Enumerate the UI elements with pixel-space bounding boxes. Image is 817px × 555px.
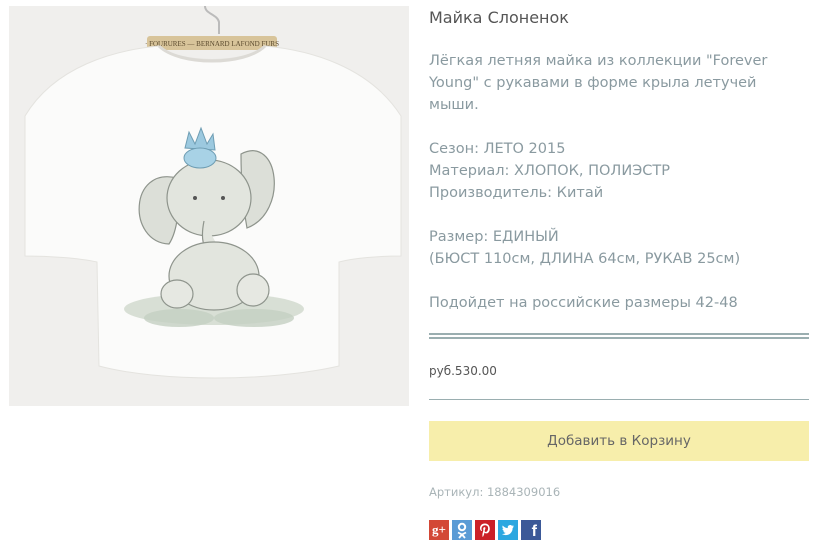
divider bbox=[429, 333, 809, 339]
hanger-label: · FOURURES — BERNARD LAFOND FURS bbox=[145, 40, 279, 48]
divider bbox=[429, 399, 809, 400]
twitter-icon[interactable] bbox=[498, 520, 518, 540]
odnoklassniki-icon[interactable] bbox=[452, 520, 472, 540]
tshirt-illustration: · FOURURES — BERNARD LAFOND FURS bbox=[9, 6, 409, 406]
share-buttons: g+ f bbox=[429, 520, 541, 540]
spec-fit: Подойдет на российские размеры 42-48 bbox=[429, 295, 738, 311]
pinterest-icon[interactable] bbox=[475, 520, 495, 540]
google-plus-icon[interactable]: g+ bbox=[429, 520, 449, 540]
spec-size: Размер: ЕДИНЫЙ bbox=[429, 229, 559, 245]
product-sku: Артикул: 1884309016 bbox=[429, 485, 561, 499]
spec-dimensions: (БЮСТ 110см, ДЛИНА 64см, РУКАВ 25см) bbox=[429, 251, 741, 267]
product-description: Лёгкая летняя майка из коллекции "Foreve… bbox=[429, 53, 768, 113]
spec-season: Сезон: ЛЕТО 2015 bbox=[429, 141, 566, 157]
add-to-cart-button[interactable]: Добавить в Корзину bbox=[429, 421, 809, 461]
spec-material: Материал: ХЛОПОК, ПОЛИЭСТР bbox=[429, 163, 671, 179]
product-title: Майка Слоненок bbox=[429, 8, 569, 27]
facebook-icon[interactable]: f bbox=[521, 520, 541, 540]
product-image[interactable]: · FOURURES — BERNARD LAFOND FURS bbox=[9, 6, 409, 406]
product-price: руб.530.00 bbox=[429, 364, 497, 378]
spec-manufacturer: Производитель: Китай bbox=[429, 185, 604, 201]
